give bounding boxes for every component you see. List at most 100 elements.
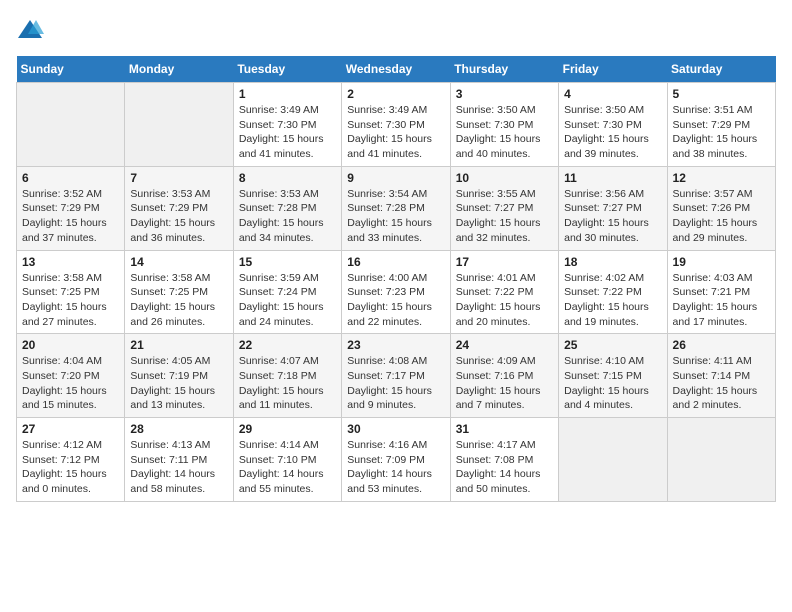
- day-detail: Sunrise: 4:00 AM Sunset: 7:23 PM Dayligh…: [347, 271, 444, 330]
- day-number: 31: [456, 422, 553, 436]
- day-detail: Sunrise: 3:53 AM Sunset: 7:28 PM Dayligh…: [239, 187, 336, 246]
- day-header-sunday: Sunday: [17, 56, 125, 83]
- calendar-cell: 21 Sunrise: 4:05 AM Sunset: 7:19 PM Dayli…: [125, 334, 233, 418]
- calendar-week-3: 13Sunrise: 3:58 AM Sunset: 7:25 PM Dayli…: [17, 250, 776, 334]
- calendar-cell: 2 Sunrise: 3:49 AM Sunset: 7:30 PM Daylig…: [342, 83, 450, 167]
- day-number: 3: [456, 87, 553, 101]
- calendar-cell: [17, 83, 125, 167]
- day-detail: Sunrise: 4:17 AM Sunset: 7:08 PM Dayligh…: [456, 438, 553, 497]
- day-header-tuesday: Tuesday: [233, 56, 341, 83]
- day-detail: Sunrise: 3:56 AM Sunset: 7:27 PM Dayligh…: [564, 187, 661, 246]
- day-header-thursday: Thursday: [450, 56, 558, 83]
- day-header-saturday: Saturday: [667, 56, 775, 83]
- day-number: 29: [239, 422, 336, 436]
- day-number: 30: [347, 422, 444, 436]
- calendar-cell: 29 Sunrise: 4:14 AM Sunset: 7:10 PM Dayli…: [233, 418, 341, 502]
- day-header-friday: Friday: [559, 56, 667, 83]
- day-number: 19: [673, 255, 770, 269]
- calendar-cell: 28 Sunrise: 4:13 AM Sunset: 7:11 PM Dayli…: [125, 418, 233, 502]
- day-detail: Sunrise: 4:14 AM Sunset: 7:10 PM Dayligh…: [239, 438, 336, 497]
- day-number: 14: [130, 255, 227, 269]
- calendar-cell: 3 Sunrise: 3:50 AM Sunset: 7:30 PM Daylig…: [450, 83, 558, 167]
- day-number: 20: [22, 338, 119, 352]
- day-number: 8: [239, 171, 336, 185]
- calendar-cell: [667, 418, 775, 502]
- day-detail: Sunrise: 3:53 AM Sunset: 7:29 PM Dayligh…: [130, 187, 227, 246]
- calendar-cell: 15 Sunrise: 3:59 AM Sunset: 7:24 PM Dayli…: [233, 250, 341, 334]
- day-number: 15: [239, 255, 336, 269]
- day-detail: Sunrise: 4:05 AM Sunset: 7:19 PM Dayligh…: [130, 354, 227, 413]
- page-header: [16, 16, 776, 44]
- day-number: 21: [130, 338, 227, 352]
- day-detail: Sunrise: 3:50 AM Sunset: 7:30 PM Dayligh…: [456, 103, 553, 162]
- calendar-week-1: 1 Sunrise: 3:49 AM Sunset: 7:30 PM Daylig…: [17, 83, 776, 167]
- calendar-cell: 26Sunrise: 4:11 AM Sunset: 7:14 PM Dayli…: [667, 334, 775, 418]
- calendar-week-2: 6 Sunrise: 3:52 AM Sunset: 7:29 PM Daylig…: [17, 166, 776, 250]
- day-number: 28: [130, 422, 227, 436]
- day-detail: Sunrise: 3:49 AM Sunset: 7:30 PM Dayligh…: [347, 103, 444, 162]
- calendar-cell: 1Sunrise: 3:49 AM Sunset: 7:30 PM Daylig…: [233, 83, 341, 167]
- day-detail: Sunrise: 4:04 AM Sunset: 7:20 PM Dayligh…: [22, 354, 119, 413]
- calendar-cell: 23 Sunrise: 4:08 AM Sunset: 7:17 PM Dayli…: [342, 334, 450, 418]
- day-detail: Sunrise: 3:55 AM Sunset: 7:27 PM Dayligh…: [456, 187, 553, 246]
- day-detail: Sunrise: 3:58 AM Sunset: 7:25 PM Dayligh…: [22, 271, 119, 330]
- day-number: 10: [456, 171, 553, 185]
- calendar-cell: 22 Sunrise: 4:07 AM Sunset: 7:18 PM Dayli…: [233, 334, 341, 418]
- calendar-cell: 31 Sunrise: 4:17 AM Sunset: 7:08 PM Dayli…: [450, 418, 558, 502]
- day-detail: Sunrise: 4:03 AM Sunset: 7:21 PM Dayligh…: [673, 271, 770, 330]
- calendar-cell: 19 Sunrise: 4:03 AM Sunset: 7:21 PM Dayli…: [667, 250, 775, 334]
- day-number: 5: [673, 87, 770, 101]
- day-detail: Sunrise: 3:52 AM Sunset: 7:29 PM Dayligh…: [22, 187, 119, 246]
- calendar-cell: 10 Sunrise: 3:55 AM Sunset: 7:27 PM Dayli…: [450, 166, 558, 250]
- logo: [16, 16, 48, 44]
- day-detail: Sunrise: 4:09 AM Sunset: 7:16 PM Dayligh…: [456, 354, 553, 413]
- day-number: 27: [22, 422, 119, 436]
- day-number: 26: [673, 338, 770, 352]
- logo-icon: [16, 16, 44, 44]
- calendar-cell: 16 Sunrise: 4:00 AM Sunset: 7:23 PM Dayli…: [342, 250, 450, 334]
- day-header-monday: Monday: [125, 56, 233, 83]
- day-detail: Sunrise: 3:50 AM Sunset: 7:30 PM Dayligh…: [564, 103, 661, 162]
- day-number: 11: [564, 171, 661, 185]
- day-number: 22: [239, 338, 336, 352]
- day-detail: Sunrise: 4:10 AM Sunset: 7:15 PM Dayligh…: [564, 354, 661, 413]
- day-headers-row: SundayMondayTuesdayWednesdayThursdayFrid…: [17, 56, 776, 83]
- calendar-cell: 5 Sunrise: 3:51 AM Sunset: 7:29 PM Daylig…: [667, 83, 775, 167]
- calendar-body: 1 Sunrise: 3:49 AM Sunset: 7:30 PM Daylig…: [17, 83, 776, 502]
- calendar-cell: 6 Sunrise: 3:52 AM Sunset: 7:29 PM Daylig…: [17, 166, 125, 250]
- calendar-week-5: 27 Sunrise: 4:12 AM Sunset: 7:12 PM Dayli…: [17, 418, 776, 502]
- day-number: 17: [456, 255, 553, 269]
- day-detail: Sunrise: 3:51 AM Sunset: 7:29 PM Dayligh…: [673, 103, 770, 162]
- calendar-cell: 8 Sunrise: 3:53 AM Sunset: 7:28 PM Daylig…: [233, 166, 341, 250]
- day-detail: Sunrise: 4:13 AM Sunset: 7:11 PM Dayligh…: [130, 438, 227, 497]
- day-number: 16: [347, 255, 444, 269]
- day-number: 2: [347, 87, 444, 101]
- day-number: 23: [347, 338, 444, 352]
- day-detail: Sunrise: 4:12 AM Sunset: 7:12 PM Dayligh…: [22, 438, 119, 497]
- day-detail: Sunrise: 4:08 AM Sunset: 7:17 PM Dayligh…: [347, 354, 444, 413]
- calendar-cell: [125, 83, 233, 167]
- day-number: 18: [564, 255, 661, 269]
- day-number: 12: [673, 171, 770, 185]
- day-detail: Sunrise: 4:16 AM Sunset: 7:09 PM Dayligh…: [347, 438, 444, 497]
- calendar-cell: 18 Sunrise: 4:02 AM Sunset: 7:22 PM Dayli…: [559, 250, 667, 334]
- day-number: 6: [22, 171, 119, 185]
- calendar-cell: 4Sunrise: 3:50 AM Sunset: 7:30 PM Daylig…: [559, 83, 667, 167]
- calendar-cell: 30 Sunrise: 4:16 AM Sunset: 7:09 PM Dayli…: [342, 418, 450, 502]
- day-number: 7: [130, 171, 227, 185]
- calendar-cell: 20 Sunrise: 4:04 AM Sunset: 7:20 PM Dayli…: [17, 334, 125, 418]
- day-number: 1: [239, 87, 336, 101]
- calendar-cell: 12Sunrise: 3:57 AM Sunset: 7:26 PM Dayli…: [667, 166, 775, 250]
- calendar-cell: 9Sunrise: 3:54 AM Sunset: 7:28 PM Daylig…: [342, 166, 450, 250]
- calendar-cell: 11 Sunrise: 3:56 AM Sunset: 7:27 PM Dayli…: [559, 166, 667, 250]
- day-detail: Sunrise: 4:07 AM Sunset: 7:18 PM Dayligh…: [239, 354, 336, 413]
- day-detail: Sunrise: 4:02 AM Sunset: 7:22 PM Dayligh…: [564, 271, 661, 330]
- calendar-cell: 24 Sunrise: 4:09 AM Sunset: 7:16 PM Dayli…: [450, 334, 558, 418]
- calendar-cell: 14Sunrise: 3:58 AM Sunset: 7:25 PM Dayli…: [125, 250, 233, 334]
- calendar-cell: 17 Sunrise: 4:01 AM Sunset: 7:22 PM Dayli…: [450, 250, 558, 334]
- day-detail: Sunrise: 3:59 AM Sunset: 7:24 PM Dayligh…: [239, 271, 336, 330]
- day-detail: Sunrise: 3:54 AM Sunset: 7:28 PM Dayligh…: [347, 187, 444, 246]
- day-number: 24: [456, 338, 553, 352]
- day-detail: Sunrise: 4:01 AM Sunset: 7:22 PM Dayligh…: [456, 271, 553, 330]
- day-number: 25: [564, 338, 661, 352]
